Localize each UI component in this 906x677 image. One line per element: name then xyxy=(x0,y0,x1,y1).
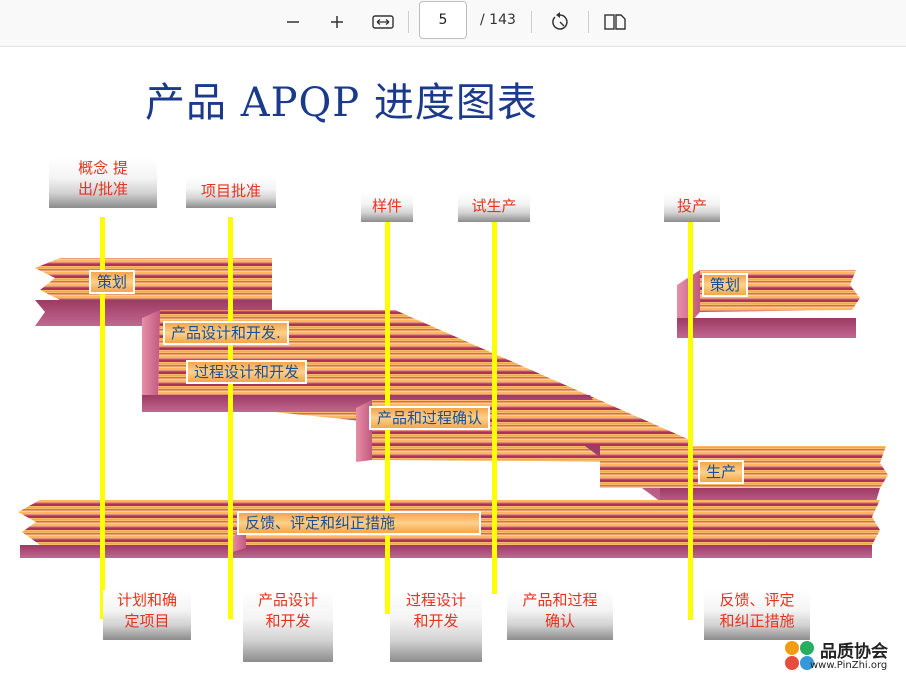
logo-url: www.PinZhi.org xyxy=(810,660,888,671)
bottom-label-text: 和纠正措施 xyxy=(719,612,795,630)
logo-name: 品质协会 xyxy=(820,642,888,662)
bottom-label-text: 和开发 xyxy=(413,612,459,630)
bottom-label-text: 计划和确 xyxy=(116,591,177,609)
bottom-label-validation: 产品和过程 确认 xyxy=(507,590,613,640)
bottom-label-text: 反馈、评定 xyxy=(719,591,795,609)
bottom-label-product-design: 产品设计 和开发 xyxy=(243,590,333,662)
milestone-pilot: 试生产 xyxy=(458,192,530,222)
milestone-line-project xyxy=(228,217,233,619)
milestone-line-pilot xyxy=(492,222,497,594)
bottom-label-feedback: 反馈、评定 和纠正措施 xyxy=(704,590,810,640)
milestone-text: 概念 提 xyxy=(78,159,128,177)
bottom-label-text: 产品设计 xyxy=(257,591,318,609)
bottom-label-text: 和开发 xyxy=(265,612,311,630)
phase-process-design: 过程设计和开发 xyxy=(186,360,308,384)
milestone-prototype: 样件 xyxy=(361,192,413,222)
bottom-label-text: 产品和过程 xyxy=(522,591,598,609)
milestone-project-approval: 项目批准 xyxy=(186,176,276,208)
bottom-label-text: 过程设计 xyxy=(405,591,466,609)
milestone-concept-approval: 概念 提 出/批准 xyxy=(49,158,157,208)
milestone-line-launch xyxy=(688,222,693,620)
bottom-label-plan: 计划和确 定项目 xyxy=(103,590,191,640)
bottom-label-text: 定项目 xyxy=(124,612,170,630)
milestone-launch: 投产 xyxy=(664,192,720,222)
apqp-diagram xyxy=(18,258,888,558)
phase-planning: 策划 xyxy=(89,270,136,294)
phase-product-design: 产品设计和开发. xyxy=(163,321,289,345)
phase-production: 生产 xyxy=(698,460,745,484)
phase-validation: 产品和过程确认 xyxy=(369,406,491,430)
bottom-label-process-design: 过程设计 和开发 xyxy=(390,590,482,662)
bottom-label-text: 确认 xyxy=(544,612,575,630)
milestone-text: 出/批准 xyxy=(77,180,129,198)
phase-feedback: 反馈、评定和纠正措施 xyxy=(237,511,481,535)
phase-planning-right: 策划 xyxy=(702,273,749,297)
